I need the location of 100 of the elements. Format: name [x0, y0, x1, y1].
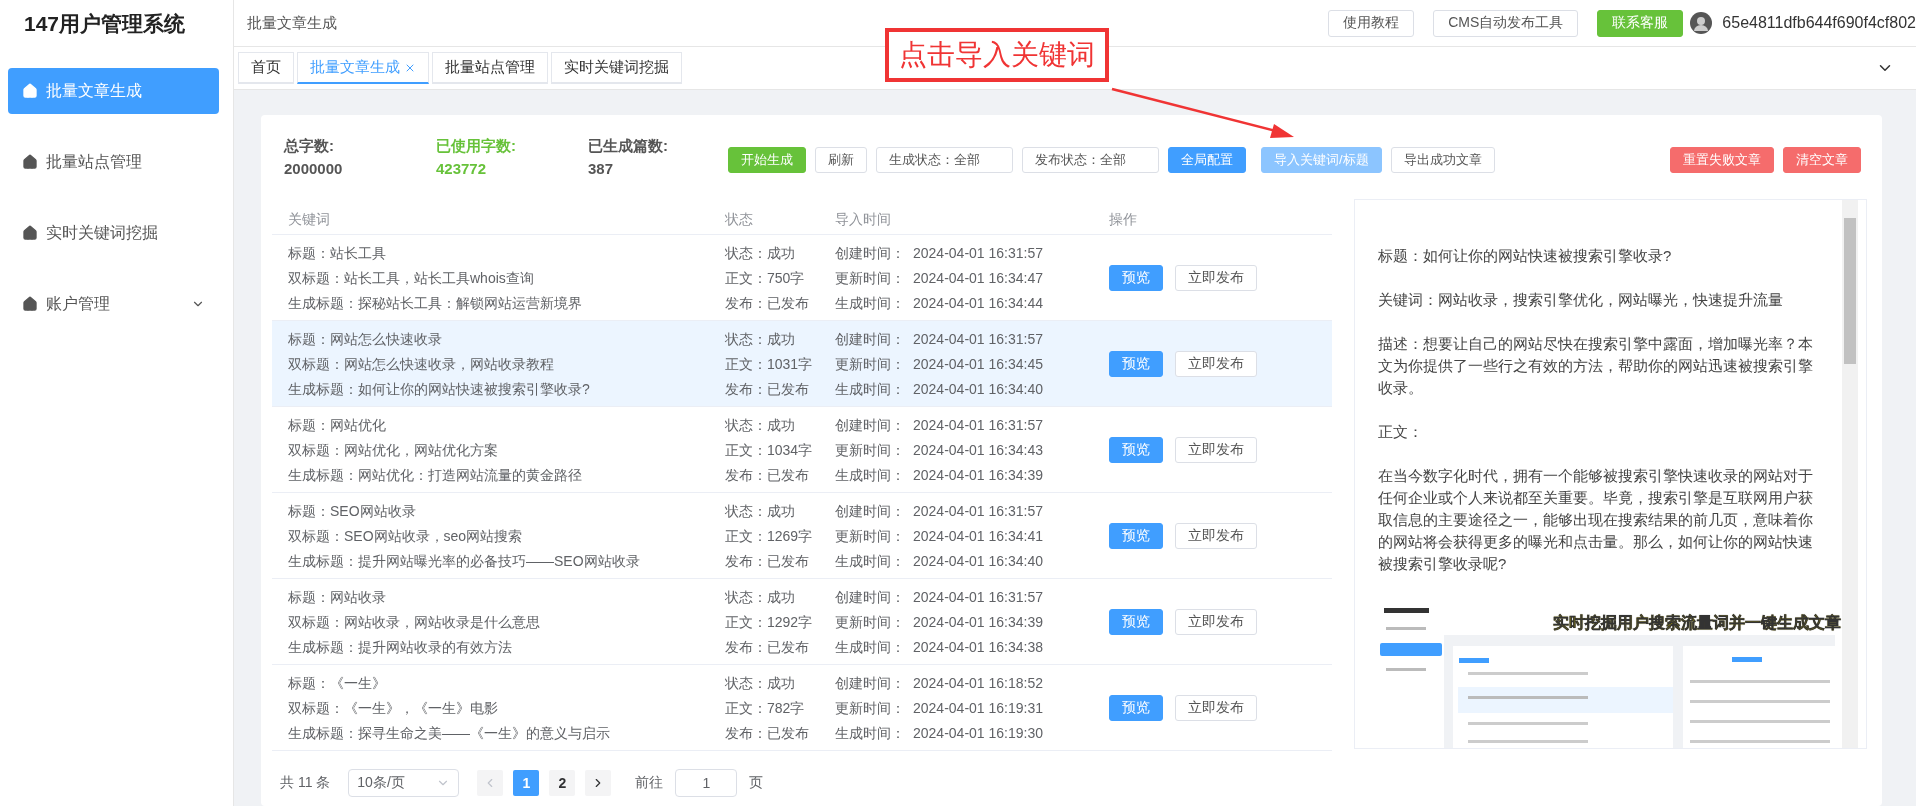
table-row[interactable]: 标题：网站怎么快速收录 双标题：网站怎么快速收录，网站收录教程 生成标题：如何让你的网站快速被搜索引擎收录? 状态：成功 正文：1031字 发布：已发布 创建时间： 2024-04-01 16:31:57 更新时间： 2024-04-01 16:34:45 生成时间： 2024-04-01 16:34:40 预览 立即发布	[272, 321, 1332, 407]
status-text: 正文：1034字	[725, 440, 814, 459]
status-text: 状态：成功	[725, 415, 796, 434]
time-label: 创建时间：	[835, 415, 905, 434]
keyword-text: 生成标题：探寻生命之美——《一生》的意义与启示	[288, 723, 611, 742]
next-page-button[interactable]	[585, 770, 612, 796]
status-text: 状态：成功	[725, 329, 796, 348]
time-label: 更新时间：	[835, 612, 905, 631]
publish-button[interactable]: 立即发布	[1175, 350, 1257, 377]
keyword-text: 生成标题：网站优化：打造网站流量的黄金路径	[288, 465, 583, 484]
keyword-text: 生成标题：提升网站曝光率的必备技巧——SEO网站收录	[288, 551, 641, 570]
stat-label: 已使用字数:	[436, 137, 517, 156]
keyword-text: 标题：网站怎么快速收录	[288, 329, 443, 348]
status-text: 发布：已发布	[725, 723, 810, 742]
time-value: 2024-04-01 16:34:39	[913, 465, 1043, 484]
keyword-text: 双标题：网站收录，网站收录是什么意思	[288, 612, 541, 631]
scrollbar[interactable]	[1842, 200, 1858, 748]
time-label: 创建时间：	[835, 587, 905, 606]
sidebar-item[interactable]: 实时关键词挖掘	[8, 210, 219, 256]
publish-button[interactable]: 立即发布	[1175, 264, 1257, 291]
tab[interactable]: 首页	[238, 52, 294, 84]
time-label: 创建时间：	[835, 501, 905, 520]
column-header: 导入时间	[835, 210, 892, 229]
publish-button[interactable]: 立即发布	[1175, 694, 1257, 721]
status-text: 发布：已发布	[725, 293, 810, 312]
keyword-text: 双标题：站长工具，站长工具whois查询	[288, 268, 535, 287]
page-label: 页	[749, 774, 764, 792]
page-size-select[interactable]: 10条/页	[348, 769, 460, 797]
column-header: 关键词	[287, 210, 331, 229]
time-value: 2024-04-01 16:34:40	[913, 551, 1043, 570]
tab[interactable]: 批量站点管理	[432, 52, 548, 84]
time-label: 生成时间：	[835, 379, 905, 398]
page-input[interactable]: 1	[675, 769, 738, 797]
time-value: 2024-04-01 16:34:45	[913, 354, 1043, 373]
stat-label: 已生成篇数:	[588, 137, 669, 156]
keyword-text: 标题：网站优化	[288, 415, 387, 434]
status-text: 正文：1269字	[725, 526, 814, 545]
time-value: 2024-04-01 16:18:52	[913, 673, 1043, 692]
publish-button[interactable]: 立即发布	[1175, 522, 1257, 549]
article-paragraph: 关键词：网站收录，搜索引擎优化，网站曝光，快速提升流量	[1378, 290, 1784, 310]
header-button[interactable]: 使用教程	[1328, 9, 1415, 37]
status-text: 正文：782字	[725, 698, 806, 717]
tab[interactable]: 实时关键词挖掘	[551, 52, 682, 84]
stat-label: 总字数:	[284, 137, 335, 156]
keyword-text: 双标题：网站怎么快速收录，网站收录教程	[288, 354, 555, 373]
user-id: 65e4811dfb644f690f4cf802	[1722, 14, 1916, 32]
keyword-text: 生成标题：提升网站收录的有效方法	[288, 637, 513, 656]
avatar-icon	[1690, 12, 1713, 34]
keyword-text: 标题：站长工具	[288, 243, 387, 262]
header-button[interactable]: CMS自动发布工具	[1433, 9, 1579, 37]
publish-button[interactable]: 立即发布	[1175, 436, 1257, 463]
time-label: 生成时间：	[835, 637, 905, 656]
time-value: 2024-04-01 16:31:57	[913, 587, 1043, 606]
time-value: 2024-04-01 16:34:40	[913, 379, 1043, 398]
sidebar-item[interactable]: 账户管理	[8, 281, 219, 327]
time-value: 2024-04-01 16:34:41	[913, 526, 1043, 545]
time-value: 2024-04-01 16:34:43	[913, 440, 1043, 459]
status-text: 正文：750字	[725, 268, 806, 287]
app-title: 147用户管理系统	[23, 11, 187, 37]
home-icon	[22, 154, 38, 170]
publish-button[interactable]: 立即发布	[1175, 608, 1257, 635]
status-text: 发布：已发布	[725, 465, 810, 484]
time-label: 更新时间：	[835, 268, 905, 287]
time-value: 2024-04-01 16:19:30	[913, 723, 1043, 742]
keyword-text: 双标题：《一生》，《一生》电影	[288, 698, 499, 717]
status-text: 状态：成功	[725, 673, 796, 692]
keyword-text: 标题：网站收录	[288, 587, 387, 606]
toolbar-button[interactable]: 刷新	[815, 147, 867, 173]
keyword-text: 双标题：网站优化，网站优化方案	[288, 440, 499, 459]
status-text: 发布：已发布	[725, 551, 810, 570]
status-select[interactable]: 发布状态：全部	[1022, 147, 1159, 173]
stat-value: 423772	[436, 160, 488, 177]
time-label: 创建时间：	[835, 329, 905, 348]
status-text: 状态：成功	[725, 243, 796, 262]
time-value: 2024-04-01 16:31:57	[913, 329, 1043, 348]
page-button[interactable]: 2	[549, 770, 576, 796]
time-label: 生成时间：	[835, 293, 905, 312]
annotation-callout: 点击导入关键词	[885, 28, 1109, 82]
time-label: 更新时间：	[835, 526, 905, 545]
status-select[interactable]: 生成状态：全部	[876, 147, 1013, 173]
keyword-text: 标题：SEO网站收录	[288, 501, 417, 520]
keyword-text: 生成标题：探秘站长工具：解锁网站运营新境界	[288, 293, 583, 312]
home-icon	[22, 225, 38, 241]
time-label: 生成时间：	[835, 723, 905, 742]
keyword-text: 生成标题：如何让你的网站快速被搜索引擎收录?	[288, 379, 591, 398]
time-value: 2024-04-01 16:31:57	[913, 501, 1043, 520]
toolbar-button[interactable]: 导出成功文章	[1390, 147, 1495, 173]
time-label: 生成时间：	[835, 465, 905, 484]
column-header: 操作	[1109, 210, 1138, 229]
status-text: 发布：已发布	[725, 637, 810, 656]
time-label: 创建时间：	[835, 243, 905, 262]
time-value: 2024-04-01 16:31:57	[913, 243, 1043, 262]
article-paragraph: 描述：想要让自己的网站尽快在搜索引擎中露面，增加曝光率？本文为你提供了一些行之有效的方法，帮助你的网站迅速被搜索引擎收录。	[1378, 334, 1814, 398]
article-paragraph: 正文：	[1378, 422, 1424, 442]
time-value: 2024-04-01 16:34:47	[913, 268, 1043, 287]
status-text: 状态：成功	[725, 587, 796, 606]
time-label: 更新时间：	[835, 698, 905, 717]
sidebar-item[interactable]: 批量站点管理	[8, 139, 219, 185]
status-text: 正文：1031字	[725, 354, 814, 373]
status-text: 正文：1292字	[725, 612, 814, 631]
